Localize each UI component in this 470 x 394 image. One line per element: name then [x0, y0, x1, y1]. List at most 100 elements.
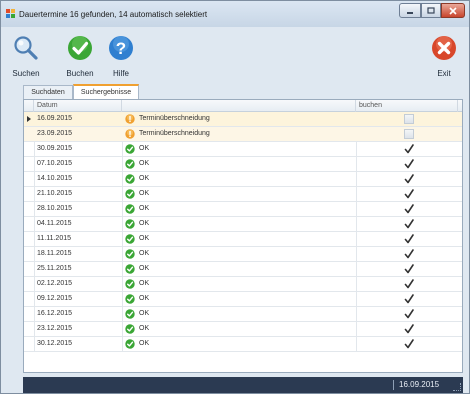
grid-header: Datum buchen	[24, 100, 462, 112]
row-date: 16.09.2015	[37, 115, 73, 122]
book-checkbox-checked[interactable]	[404, 234, 414, 244]
book-button-label: Buchen	[66, 69, 94, 78]
table-row[interactable]: 09.12.2015 OK	[24, 292, 462, 307]
ok-icon	[125, 204, 135, 214]
row-date: 04.11.2015	[37, 220, 72, 227]
column-header-book[interactable]: buchen	[356, 100, 458, 112]
book-checkbox-checked[interactable]	[404, 324, 414, 334]
ok-icon	[125, 264, 135, 274]
tab-search-results[interactable]: Suchergebnisse	[73, 84, 139, 99]
maximize-button[interactable]	[421, 3, 441, 18]
row-date: 11.11.2015	[37, 235, 71, 242]
table-row[interactable]: 07.10.2015 OK	[24, 157, 462, 172]
row-date: 30.09.2015	[37, 145, 73, 152]
row-date: 23.12.2015	[37, 325, 73, 332]
book-checkbox-checked[interactable]	[404, 339, 414, 349]
column-header-date[interactable]: Datum	[34, 100, 122, 112]
row-status: OK	[139, 190, 150, 197]
row-status: Terminüberschneidung	[139, 130, 210, 137]
table-row[interactable]: 25.11.2015 OK	[24, 262, 462, 277]
book-checkbox-checked[interactable]	[404, 294, 414, 304]
ok-icon	[125, 144, 135, 154]
search-button-label: Suchen	[12, 69, 40, 78]
row-status: OK	[139, 235, 150, 242]
book-checkbox-checked[interactable]	[404, 219, 414, 229]
row-status: OK	[139, 250, 150, 257]
ok-icon	[125, 174, 135, 184]
status-separator	[393, 380, 394, 390]
tab-search-data[interactable]: Suchdaten	[23, 85, 73, 99]
exit-button[interactable]: Exit	[427, 33, 461, 83]
ok-icon	[125, 189, 135, 199]
row-date: 25.11.2015	[37, 265, 72, 272]
row-date: 28.10.2015	[37, 205, 73, 212]
row-date: 02.12.2015	[37, 280, 73, 287]
row-status: OK	[139, 175, 150, 182]
minimize-button[interactable]	[399, 3, 421, 18]
row-status: OK	[139, 265, 150, 272]
grid-rows: 16.09.2015 Terminüberschneidung 23.09.2015…	[24, 112, 462, 352]
close-icon	[449, 6, 457, 15]
current-row-arrow-icon	[27, 116, 31, 122]
table-row[interactable]: 21.10.2015 OK	[24, 187, 462, 202]
book-checkbox-checked[interactable]	[404, 279, 414, 289]
row-status: OK	[139, 295, 150, 302]
table-row[interactable]: 23.12.2015 OK	[24, 322, 462, 337]
app-window: Dauertermine 16 gefunden, 14 automatisch…	[0, 0, 470, 394]
app-icon	[6, 9, 15, 18]
ok-icon	[125, 234, 135, 244]
table-row[interactable]: 28.10.2015 OK	[24, 202, 462, 217]
ok-icon	[125, 309, 135, 319]
row-status: Terminüberschneidung	[139, 115, 210, 122]
book-checkbox-unchecked[interactable]	[404, 114, 414, 124]
help-icon: ?	[109, 36, 133, 60]
table-row[interactable]: 30.12.2015 OK	[24, 337, 462, 352]
row-status: OK	[139, 280, 150, 287]
book-checkbox-checked[interactable]	[404, 264, 414, 274]
table-row[interactable]: 14.10.2015 OK	[24, 172, 462, 187]
row-date: 21.10.2015	[37, 190, 73, 197]
column-header-status[interactable]	[122, 100, 356, 112]
resize-grip-icon[interactable]	[453, 383, 461, 391]
ok-icon	[125, 294, 135, 304]
book-checkbox-checked[interactable]	[404, 189, 414, 199]
table-row[interactable]: 02.12.2015 OK	[24, 277, 462, 292]
ok-icon	[125, 339, 135, 349]
book-checkbox-checked[interactable]	[404, 309, 414, 319]
row-status: OK	[139, 340, 150, 347]
ok-icon	[125, 219, 135, 229]
book-checkbox-checked[interactable]	[404, 249, 414, 259]
row-date: 07.10.2015	[37, 160, 73, 167]
row-date: 18.11.2015	[37, 250, 72, 257]
book-checkbox-checked[interactable]	[404, 144, 414, 154]
book-checkbox-checked[interactable]	[404, 204, 414, 214]
row-date: 14.10.2015	[37, 175, 73, 182]
table-row[interactable]: 30.09.2015 OK	[24, 142, 462, 157]
table-row[interactable]: 18.11.2015 OK	[24, 247, 462, 262]
search-button[interactable]: Suchen	[9, 33, 43, 83]
ok-icon	[125, 279, 135, 289]
exit-button-label: Exit	[437, 69, 451, 78]
table-row[interactable]: 23.09.2015 Terminüberschneidung	[24, 127, 462, 142]
toolbar: Suchen Buchen ? Hilfe Exit	[1, 27, 469, 83]
ok-icon	[125, 324, 135, 334]
table-row[interactable]: 16.09.2015 Terminüberschneidung	[24, 112, 462, 127]
close-button[interactable]	[441, 3, 465, 18]
book-checkbox-checked[interactable]	[404, 159, 414, 169]
book-checkbox-unchecked[interactable]	[404, 129, 414, 139]
table-row[interactable]: 11.11.2015 OK	[24, 232, 462, 247]
warning-icon	[125, 129, 135, 139]
row-date: 30.12.2015	[37, 340, 73, 347]
row-status: OK	[139, 325, 150, 332]
book-button[interactable]: Buchen	[63, 33, 97, 83]
book-checkbox-checked[interactable]	[404, 174, 414, 184]
table-row[interactable]: 16.12.2015 OK	[24, 307, 462, 322]
checkmark-icon	[68, 36, 92, 60]
status-date: 16.09.2015	[399, 380, 440, 389]
row-date: 23.09.2015	[37, 130, 73, 137]
exit-icon	[432, 36, 456, 60]
help-button[interactable]: ? Hilfe	[104, 33, 138, 83]
table-row[interactable]: 04.11.2015 OK	[24, 217, 462, 232]
row-date: 09.12.2015	[37, 295, 73, 302]
ok-icon	[125, 159, 135, 169]
